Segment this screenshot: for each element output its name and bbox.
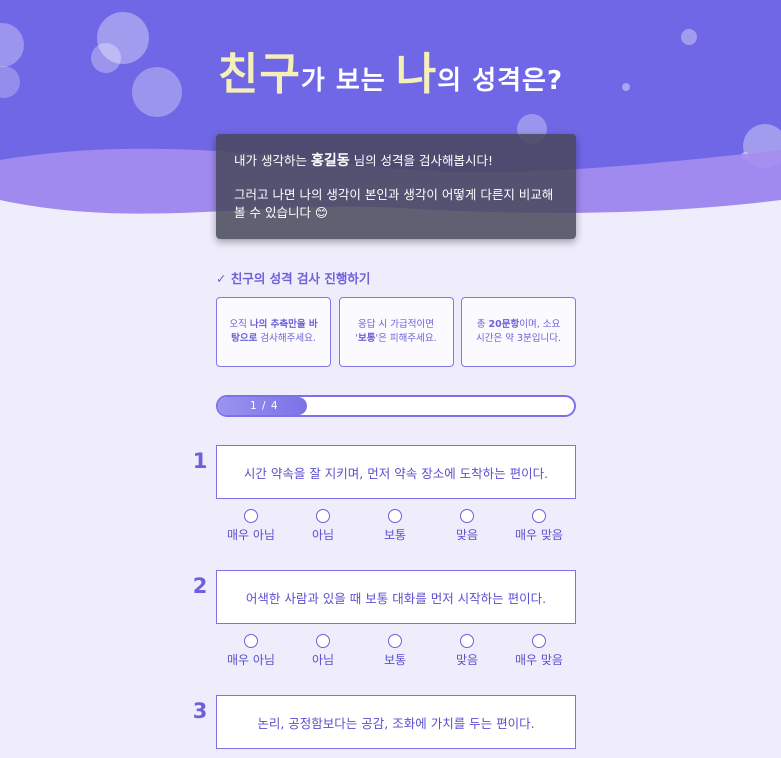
- info-cards: 오직 나의 추측만을 바탕으로 검사해주세요. 응답 시 가급적이면 '보통'은…: [216, 297, 576, 367]
- info-card-bold: 보통: [358, 333, 376, 344]
- question-number: 3: [192, 699, 208, 723]
- info-card-bold: 20문항: [488, 319, 520, 330]
- answer-option-strongly-agree[interactable]: 매우 맞음: [503, 634, 575, 668]
- radio-button[interactable]: [388, 634, 402, 648]
- answer-label: 아님: [311, 653, 335, 667]
- radio-button[interactable]: [316, 509, 330, 523]
- radio-button[interactable]: [316, 634, 330, 648]
- radio-button[interactable]: [532, 509, 546, 523]
- info-card-text: 오직: [229, 319, 250, 330]
- answer-label: 보통: [383, 653, 407, 667]
- question-text: 시간 약속을 잘 지키며, 먼저 약속 장소에 도착하는 편이다.: [243, 465, 549, 481]
- answer-option-strongly-agree[interactable]: 매우 맞음: [503, 509, 575, 543]
- answer-option-strongly-disagree[interactable]: 매우 아님: [215, 509, 287, 543]
- notice-text-pre: 내가 생각하는: [234, 153, 311, 168]
- answer-option-disagree[interactable]: 아님: [287, 509, 359, 543]
- notice-user-name: 홍길동: [310, 153, 350, 169]
- radio-button[interactable]: [460, 634, 474, 648]
- radio-button[interactable]: [244, 634, 258, 648]
- answer-option-strongly-disagree[interactable]: 매우 아님: [215, 634, 287, 668]
- info-card: 오직 나의 추측만을 바탕으로 검사해주세요.: [216, 297, 331, 367]
- radio-button[interactable]: [460, 509, 474, 523]
- answer-label: 매우 맞음: [515, 653, 563, 667]
- answer-label: 맞음: [455, 653, 479, 667]
- question-text-box: 어색한 사람과 있을 때 보통 대화를 먼저 시작하는 편이다.: [216, 570, 576, 624]
- answer-label: 매우 맞음: [515, 528, 563, 542]
- title-part-me: 나: [395, 49, 438, 100]
- title-part-2: 가 보는: [300, 66, 396, 96]
- info-card-text: 총: [476, 319, 489, 330]
- info-card-text: 검사해주세요.: [257, 333, 316, 344]
- question-text: 논리, 공정함보다는 공감, 조화에 가치를 두는 편이다.: [257, 715, 535, 731]
- question-text: 어색한 사람과 있을 때 보통 대화를 먼저 시작하는 편이다.: [245, 590, 547, 606]
- info-card: 총 20문항이며, 소요 시간은 약 3분입니다.: [461, 297, 576, 367]
- notice-text-post: 님의 성격을 검사해봅시다!: [349, 153, 494, 168]
- page-title: 친구가 보는 나의 성격은?: [0, 38, 781, 102]
- info-card-text: '은 피해주세요.: [375, 333, 437, 344]
- radio-button[interactable]: [388, 509, 402, 523]
- section-heading: ✓ 친구의 성격 검사 진행하기: [216, 271, 371, 286]
- radio-button[interactable]: [532, 634, 546, 648]
- question-number: 2: [192, 574, 208, 598]
- notice-line-2: 그러고 나면 나의 생각이 본인과 생각이 어떻게 다른지 비교해볼 수 있습니…: [234, 187, 554, 220]
- answer-label: 맞음: [455, 528, 479, 542]
- info-card: 응답 시 가급적이면 '보통'은 피해주세요.: [338, 297, 454, 367]
- progress-bar: 1 / 4: [216, 395, 576, 417]
- answer-label: 매우 아님: [227, 528, 275, 542]
- answer-option-disagree[interactable]: 아님: [287, 634, 359, 668]
- answer-option-neutral[interactable]: 보통: [359, 509, 431, 543]
- question-text-box: 논리, 공정함보다는 공감, 조화에 가치를 두는 편이다.: [216, 695, 576, 749]
- intro-notice: 내가 생각하는 홍길동 님의 성격을 검사해봅시다! 그러고 나면 나의 생각이…: [216, 134, 576, 239]
- answer-label: 아님: [311, 528, 335, 542]
- answer-option-neutral[interactable]: 보통: [359, 634, 431, 668]
- progress-label: 1 / 4: [250, 400, 279, 412]
- answer-label: 매우 아님: [227, 653, 275, 667]
- radio-button[interactable]: [244, 509, 258, 523]
- notice-line-1: 내가 생각하는 홍길동 님의 성격을 검사해봅시다!: [234, 152, 558, 170]
- answer-label: 보통: [383, 528, 407, 542]
- question-text-box: 시간 약속을 잘 지키며, 먼저 약속 장소에 도착하는 편이다.: [216, 445, 576, 499]
- answer-option-agree[interactable]: 맞음: [431, 634, 503, 668]
- answer-option-agree[interactable]: 맞음: [431, 509, 503, 543]
- title-part-4: 의 성격은?: [437, 66, 564, 96]
- question-number: 1: [192, 449, 208, 473]
- title-part-friend: 친구: [217, 49, 301, 100]
